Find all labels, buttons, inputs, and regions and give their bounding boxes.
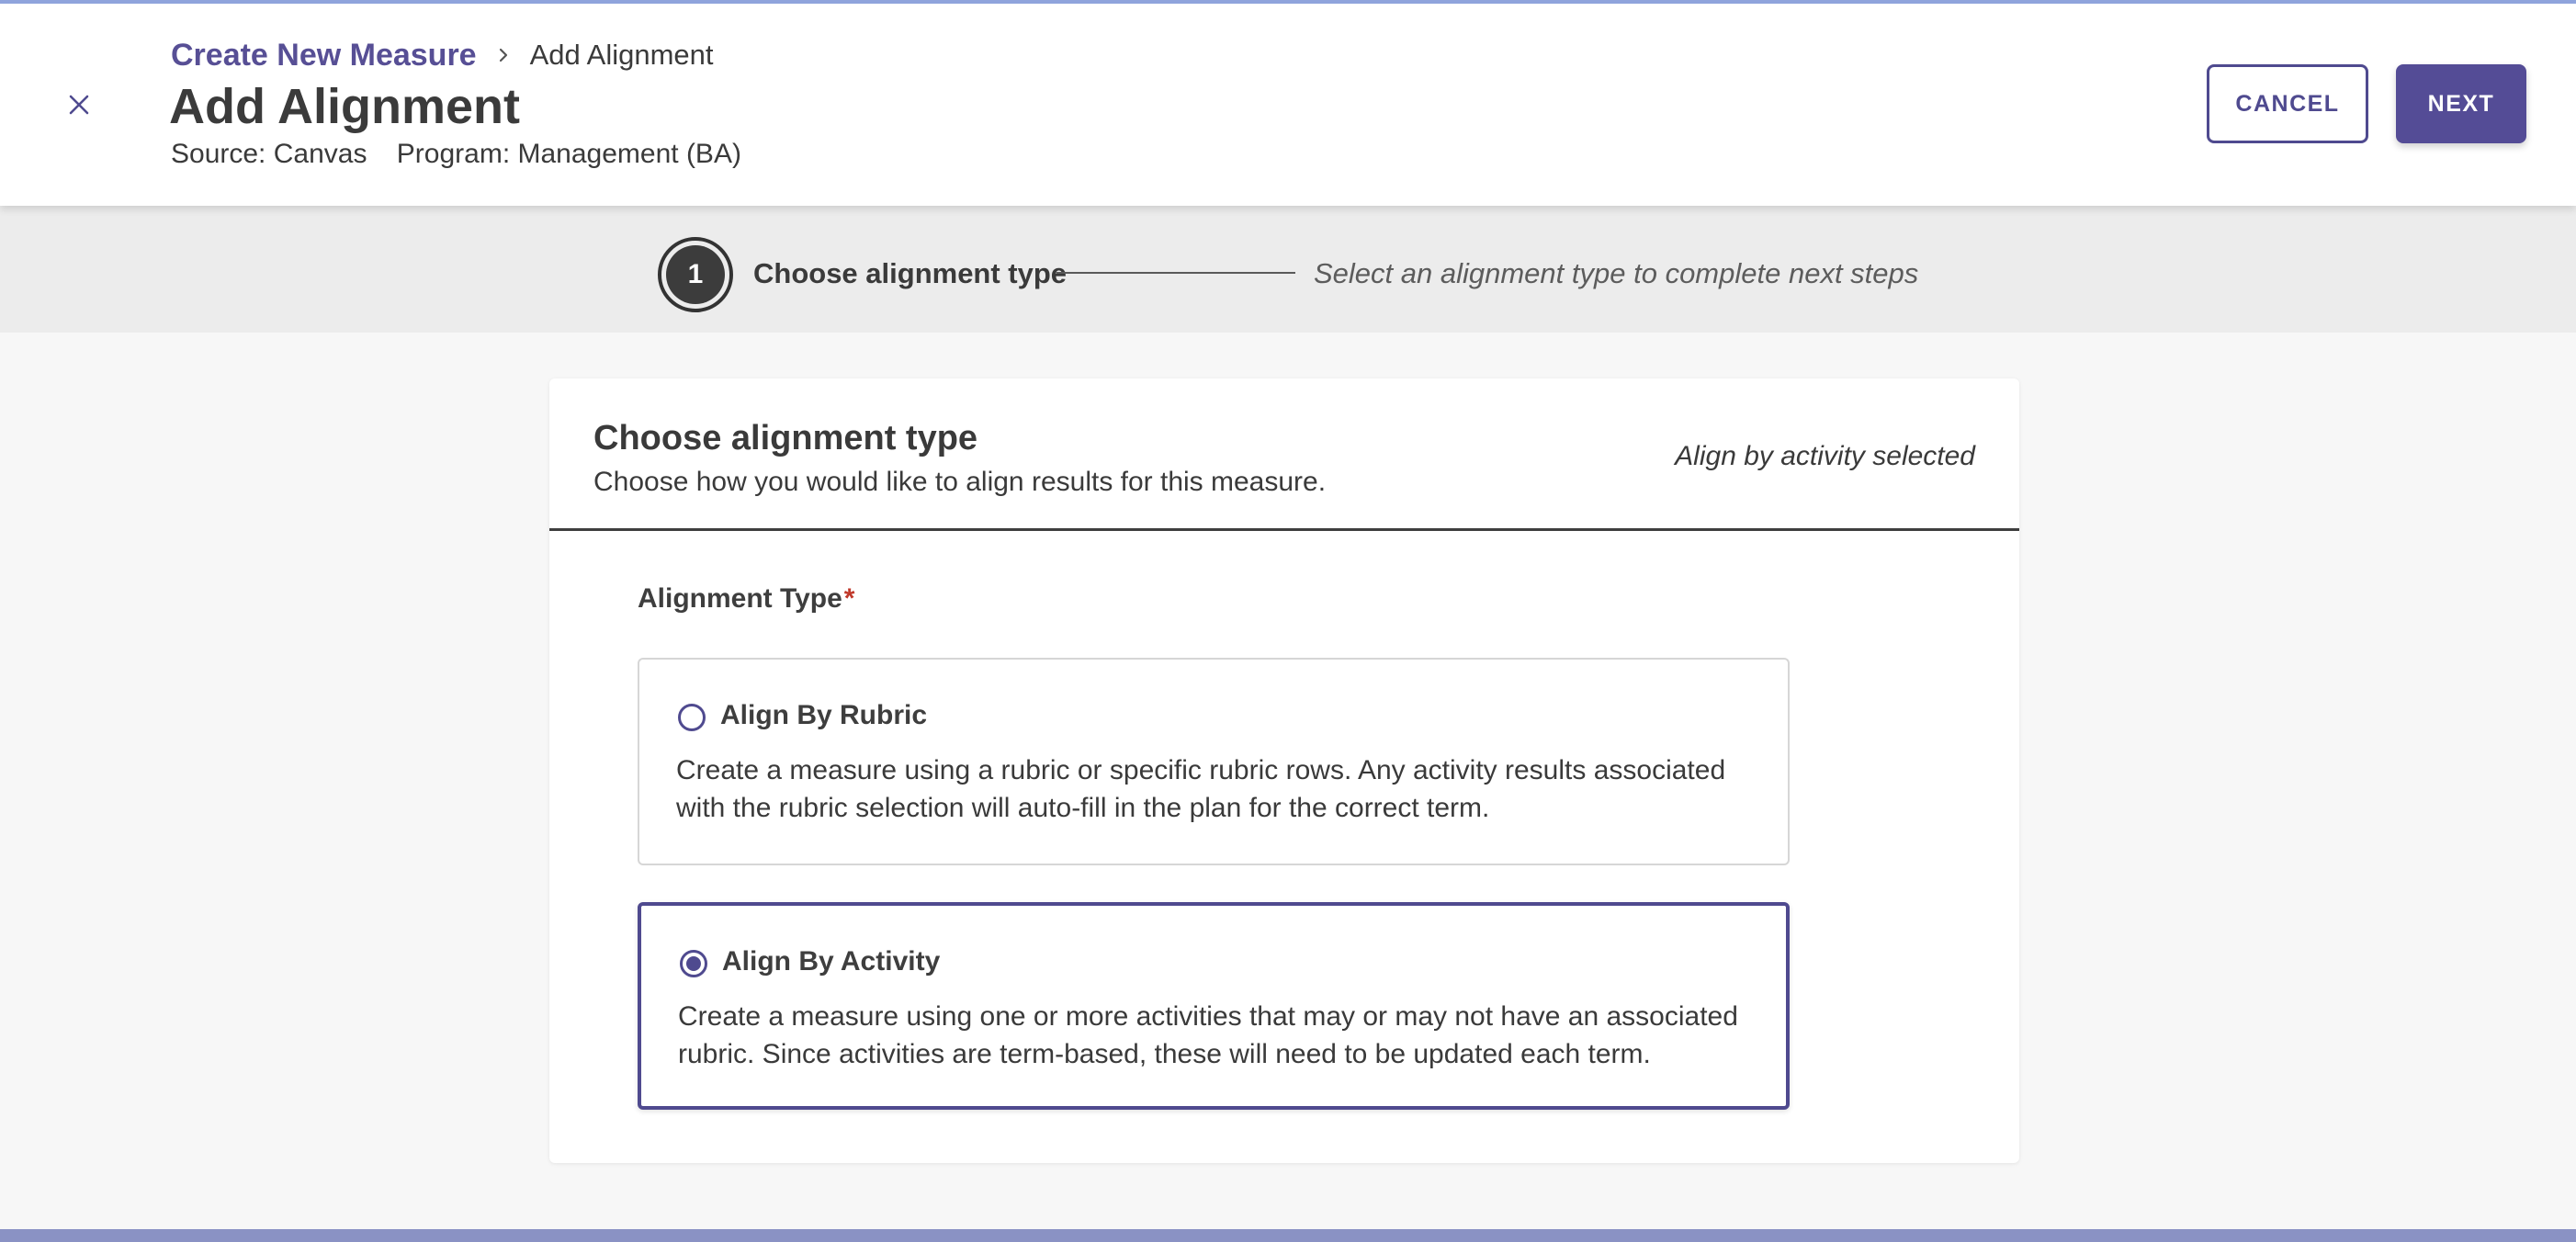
step-number: 1 [666,245,725,304]
breadcrumb: Create New Measure Add Alignment [171,31,714,79]
chevron-right-icon [497,46,510,64]
breadcrumb-create-new-measure-link[interactable]: Create New Measure [171,38,477,73]
option-align-by-activity[interactable]: Align By Activity Create a measure using… [638,902,1790,1110]
card-header: Choose alignment type Choose how you wou… [549,378,2019,531]
step-indicator: 1 [658,237,733,312]
program-label: Program: Management (BA) [396,139,741,169]
required-marker: * [843,583,855,614]
step-connector [1056,272,1295,274]
option-align-by-rubric[interactable]: Align By Rubric Create a measure using a… [638,658,1790,865]
page-title: Add Alignment [169,79,520,134]
page: Create New Measure Add Alignment Add Ali… [0,0,2576,1242]
step-hint: Select an alignment type to complete nex… [1314,257,1919,289]
step-label: Choose alignment type [753,257,1068,289]
card-subtitle: Choose how you would like to align resul… [593,467,1327,497]
cancel-button[interactable]: CANCEL [2207,64,2368,143]
option-title: Align By Rubric [720,700,928,730]
source-label: Source: Canvas [171,139,367,169]
alignment-type-label: Alignment Type* [638,579,854,619]
close-button[interactable] [55,81,103,129]
stepper: 1 Choose alignment type Select an alignm… [0,206,2576,333]
bottom-edge-strip [0,1229,2576,1242]
alignment-type-label-text: Alignment Type [638,583,842,614]
radio-align-by-activity[interactable] [680,950,707,977]
selection-status: Align by activity selected [1675,441,1975,471]
page-header: Create New Measure Add Alignment Add Ali… [0,0,2576,206]
card-title: Choose alignment type [593,419,978,457]
option-description: Create a measure using a rubric or speci… [676,755,1726,823]
measure-meta: Source: Canvas Program: Management (BA) [171,136,741,173]
radio-selected-dot [686,956,701,971]
radio-align-by-rubric[interactable] [678,704,706,731]
option-description: Create a measure using one or more activ… [678,1001,1738,1069]
next-button[interactable]: NEXT [2396,64,2526,143]
option-title: Align By Activity [722,946,941,977]
alignment-type-card: Choose alignment type Choose how you wou… [549,378,2019,1163]
breadcrumb-current: Add Alignment [529,39,714,71]
close-icon [69,95,89,115]
